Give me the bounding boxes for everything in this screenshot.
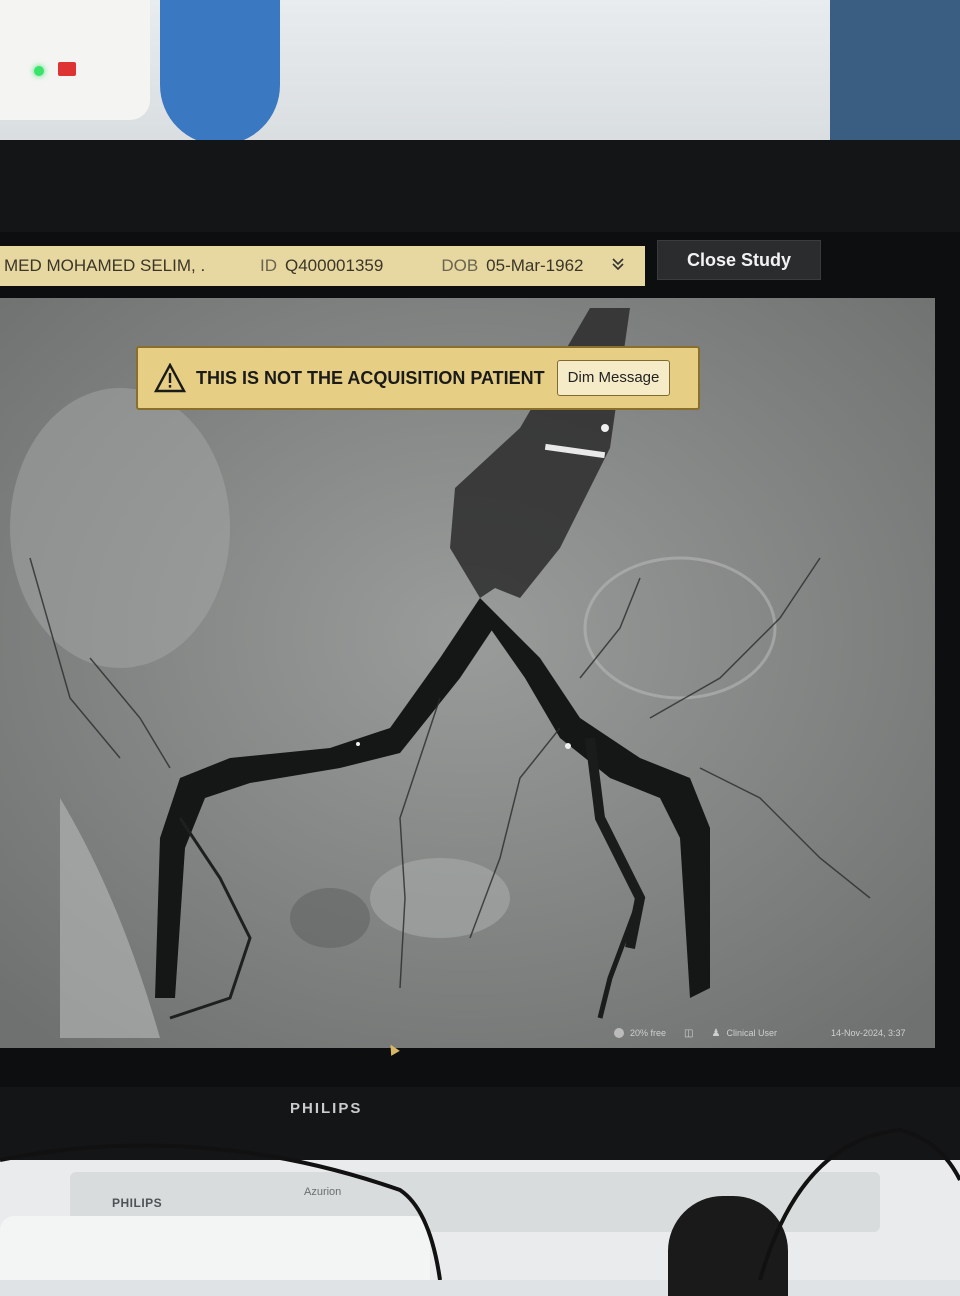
network-icon: ◫ — [684, 1027, 694, 1039]
status-datetime: 14-Nov-2024, 3:37 — [830, 1028, 906, 1038]
disk-free-text: 20% free — [630, 1028, 667, 1038]
patient-id-value: Q400001359 — [285, 256, 384, 275]
red-indicator-tag — [58, 62, 76, 76]
room-background — [0, 0, 960, 160]
patient-info-bar[interactable]: MED MOHAMED SELIM, . ID Q400001359 DOB 0… — [0, 246, 645, 286]
green-indicator-light — [34, 66, 44, 76]
current-user: Clinical User — [726, 1028, 777, 1038]
user-icon: ♟ — [711, 1027, 721, 1039]
close-study-button[interactable]: Close Study — [657, 240, 821, 280]
room-blue-panel — [160, 0, 280, 145]
cable — [0, 1127, 960, 1280]
monitor-brand-logo: PHILIPS — [290, 1100, 363, 1117]
patient-name: MED MOHAMED SELIM, . — [4, 256, 206, 275]
status-bar: 20% free ◫ ♟ Clinical User 14-Nov-2024, … — [600, 1024, 960, 1042]
disk-icon — [614, 1028, 624, 1038]
patient-id-label: ID — [260, 256, 277, 275]
chevron-double-down-icon[interactable] — [610, 256, 626, 277]
room-equipment — [0, 0, 150, 120]
patient-mismatch-warning: THIS IS NOT THE ACQUISITION PATIENT Dim … — [136, 346, 700, 410]
warning-text: THIS IS NOT THE ACQUISITION PATIENT — [196, 367, 545, 388]
room-door — [830, 0, 960, 140]
patient-dob-value: 05-Mar-1962 — [486, 256, 584, 275]
warning-triangle-icon — [153, 362, 187, 393]
dim-message-button[interactable]: Dim Message — [556, 360, 671, 396]
angiogram-viewport[interactable] — [0, 298, 935, 1048]
patient-dob-label: DOB — [441, 256, 479, 275]
